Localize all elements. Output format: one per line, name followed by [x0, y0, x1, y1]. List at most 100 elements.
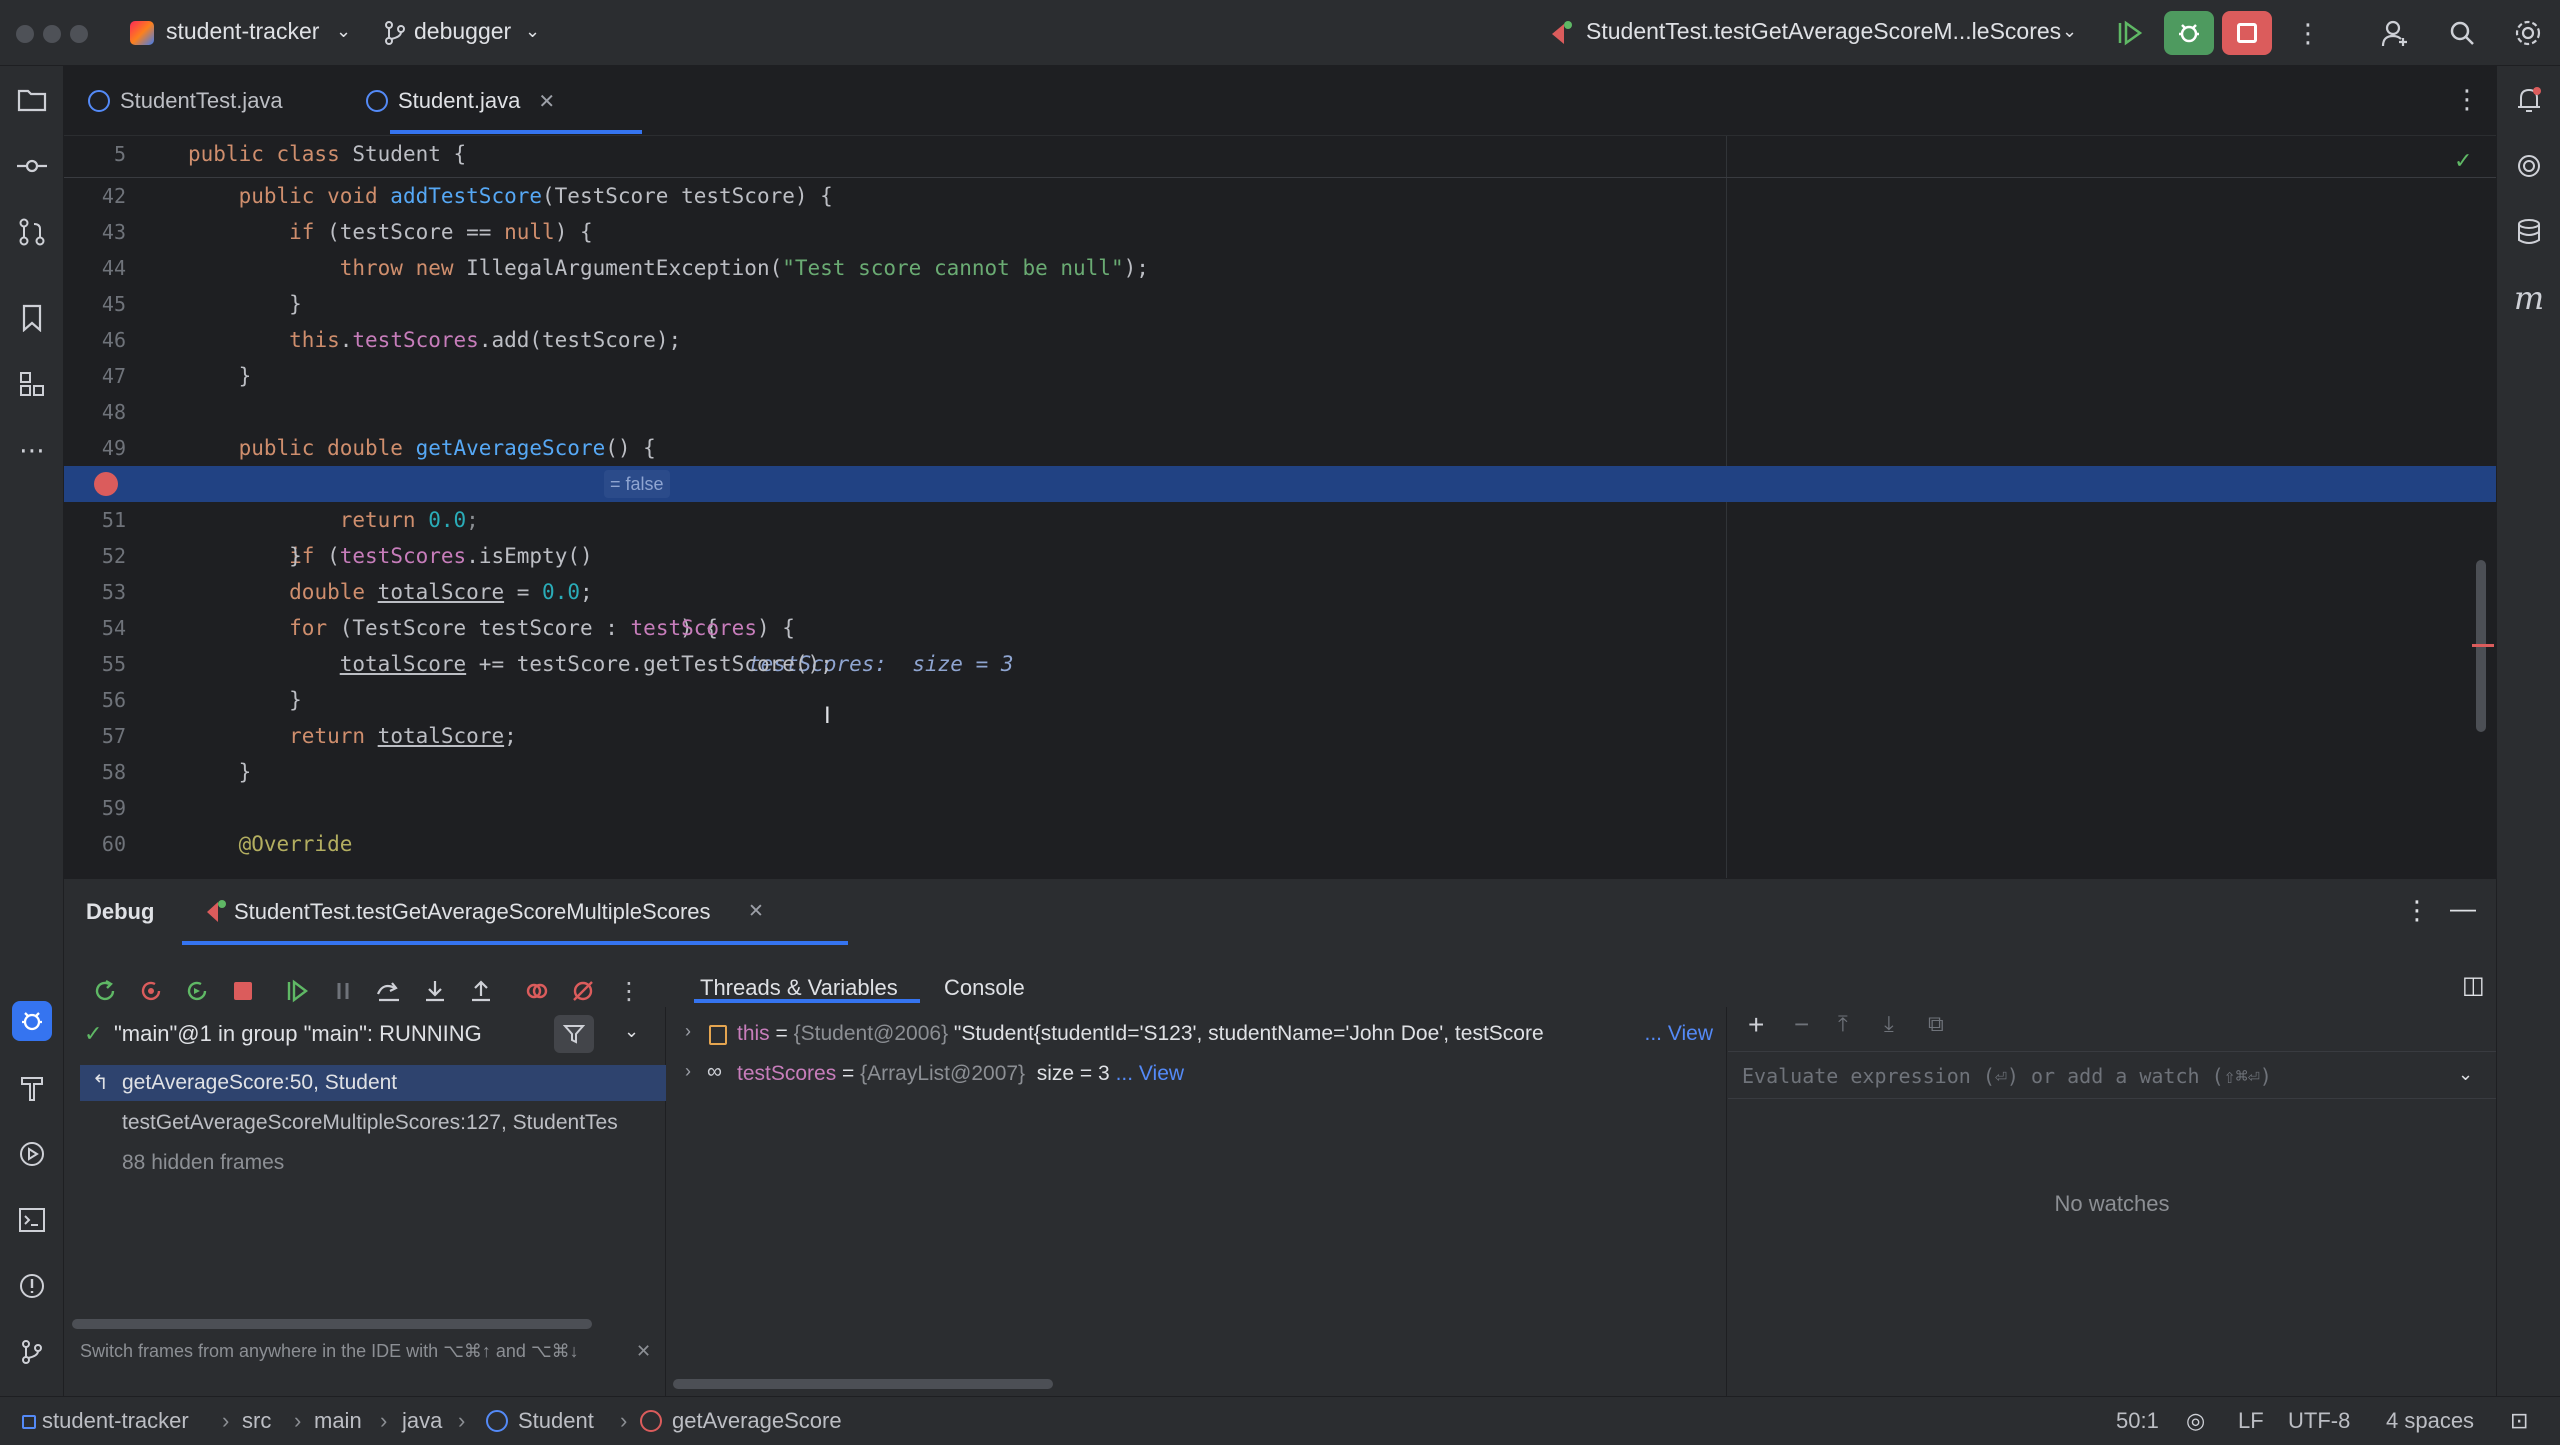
ai-assistant-icon[interactable]	[2509, 146, 2549, 186]
add-user-icon[interactable]	[2378, 15, 2414, 51]
build-icon[interactable]	[12, 1068, 52, 1108]
window-zoom-button[interactable]	[70, 25, 88, 43]
no-watches-label: No watches	[2054, 1191, 2170, 1216]
close-icon[interactable]: ✕	[538, 89, 555, 114]
filter-icon[interactable]	[554, 1015, 594, 1053]
debug-more-icon[interactable]: ⋮	[2404, 895, 2430, 926]
cursor-position[interactable]: 50:1	[2116, 1408, 2159, 1434]
step-out-icon[interactable]	[464, 974, 498, 1008]
problems-icon[interactable]	[12, 1266, 52, 1306]
breadcrumb-project[interactable]: student-tracker	[42, 1408, 189, 1434]
maven-icon[interactable]: m	[2509, 278, 2549, 318]
view-link[interactable]: ... View	[1116, 1062, 1184, 1085]
lock-icon[interactable]: ⊡	[2510, 1408, 2528, 1434]
folder-icon[interactable]	[12, 80, 52, 120]
commit-icon[interactable]	[12, 146, 52, 186]
variable-row-testscores[interactable]: › ∞ testScores = {ArrayList@2007} size =…	[667, 1057, 1727, 1093]
remove-watch-icon[interactable]: −	[1794, 1009, 1809, 1040]
more-tools-icon[interactable]: ⋯	[12, 430, 52, 470]
structure-icon[interactable]	[12, 364, 52, 404]
search-icon[interactable]	[2444, 15, 2480, 51]
breadcrumb-java[interactable]: java	[402, 1408, 442, 1434]
breadcrumb-main[interactable]: main	[314, 1408, 362, 1434]
branch-selector[interactable]: debugger	[414, 18, 511, 45]
window-close-button[interactable]	[16, 25, 34, 43]
resume-icon[interactable]	[280, 974, 314, 1008]
breadcrumb-method[interactable]: getAverageScore	[672, 1408, 842, 1434]
bookmark-icon[interactable]	[12, 298, 52, 338]
variable-row-this[interactable]: › this = {Student@2006} "Student{student…	[667, 1017, 1727, 1053]
frame-label: getAverageScore:50, Student	[122, 1071, 398, 1094]
notifications-icon[interactable]	[2509, 80, 2549, 120]
tabs-more-icon[interactable]: ⋮	[2454, 84, 2480, 115]
git-icon[interactable]	[12, 1332, 52, 1372]
breakpoint-icon[interactable]	[94, 472, 118, 496]
indent-setting[interactable]: 4 spaces	[2386, 1408, 2474, 1434]
rerun-failed-icon[interactable]	[134, 974, 168, 1008]
code-line: 49 public double getAverageScore() {	[101, 436, 656, 460]
thread-selector[interactable]: "main"@1 in group "main": RUNNING	[114, 1021, 482, 1047]
watch-expression-input[interactable]: Evaluate expression (⏎) or add a watch (…	[1728, 1051, 2496, 1099]
tab-threads-variables[interactable]: Threads & Variables	[700, 975, 898, 1001]
close-icon[interactable]: ✕	[748, 900, 764, 923]
debug-session-tab[interactable]: StudentTest.testGetAverageScoreMultipleS…	[234, 899, 711, 925]
variable-text: this = {Student@2006} "Student{studentId…	[737, 1022, 1544, 1045]
close-icon[interactable]: ✕	[636, 1341, 651, 1362]
expand-chevron-icon[interactable]: ›	[685, 1021, 691, 1042]
debug-tool-icon[interactable]	[12, 1001, 52, 1041]
move-down-icon[interactable]: ⤓	[1884, 1011, 1894, 1037]
frame-row-selected[interactable]: ↰ getAverageScore:50, Student	[80, 1065, 666, 1101]
pull-requests-icon[interactable]	[12, 212, 52, 252]
more-icon[interactable]: ⋮	[2290, 15, 2326, 51]
mute-breakpoints-icon[interactable]	[566, 974, 600, 1008]
pause-icon[interactable]	[326, 974, 360, 1008]
project-logo-icon	[130, 21, 154, 45]
breadcrumb-src[interactable]: src	[242, 1408, 271, 1434]
file-encoding[interactable]: UTF-8	[2288, 1408, 2350, 1434]
reload-icon[interactable]	[180, 974, 214, 1008]
toolbar-more-icon[interactable]: ⋮	[612, 974, 646, 1008]
services-icon[interactable]	[12, 1134, 52, 1174]
step-over-icon[interactable]	[372, 974, 406, 1008]
rerun-icon[interactable]	[2112, 15, 2148, 51]
layout-icon[interactable]: ◫	[2462, 971, 2485, 1000]
code-line: 47 }	[101, 364, 252, 388]
frames-scrollbar[interactable]	[72, 1319, 592, 1329]
chevron-down-icon[interactable]: ⌄	[2458, 1064, 2473, 1085]
stop-button[interactable]	[2222, 11, 2272, 55]
tab-student-java[interactable]: Student.java ✕	[366, 66, 555, 136]
move-up-icon[interactable]: ⤒	[1838, 1011, 1848, 1037]
active-tab-indicator	[390, 130, 642, 134]
window-minimize-button[interactable]	[43, 25, 61, 43]
object-icon	[709, 1025, 727, 1045]
project-selector[interactable]: student-tracker	[166, 18, 319, 45]
ai-status-icon[interactable]: ◎	[2186, 1408, 2205, 1434]
copy-icon[interactable]: ⧉	[1928, 1011, 1944, 1037]
code-line: 57 return totalScore;	[101, 724, 517, 748]
line-separator[interactable]: LF	[2238, 1408, 2264, 1434]
add-watch-icon[interactable]: +	[1748, 1009, 1764, 1041]
frame-arrow-icon: ↰	[92, 1072, 109, 1094]
view-link[interactable]: ... View	[1645, 1022, 1713, 1046]
expand-chevron-icon[interactable]: ›	[685, 1061, 691, 1082]
hidden-frames[interactable]: 88 hidden frames	[122, 1151, 284, 1175]
view-breakpoints-icon[interactable]	[520, 974, 554, 1008]
variables-scrollbar[interactable]	[673, 1379, 1053, 1389]
frame-row[interactable]: testGetAverageScoreMultipleScores:127, S…	[80, 1105, 666, 1141]
tab-label: StudentTest.java	[120, 88, 283, 113]
database-icon[interactable]	[2509, 212, 2549, 252]
minimize-icon[interactable]: —	[2450, 893, 2476, 924]
gear-icon[interactable]	[2510, 15, 2546, 51]
stop-icon[interactable]	[226, 974, 260, 1008]
tab-studenttest-java[interactable]: StudentTest.java	[88, 66, 283, 136]
tab-console[interactable]: Console	[944, 975, 1025, 1001]
debug-button[interactable]	[2164, 11, 2214, 55]
terminal-icon[interactable]	[12, 1200, 52, 1240]
chevron-down-icon[interactable]: ⌄	[624, 1021, 639, 1042]
step-into-icon[interactable]	[418, 974, 452, 1008]
rerun-icon[interactable]	[88, 974, 122, 1008]
breadcrumb-class[interactable]: Student	[518, 1408, 594, 1434]
code-editor[interactable]: 5 public class Student { 42 public void a…	[64, 136, 2496, 878]
inspection-ok-icon[interactable]: ✓	[2454, 148, 2472, 174]
run-config-selector[interactable]: StudentTest.testGetAverageScoreM...leSco…	[1586, 18, 2061, 45]
